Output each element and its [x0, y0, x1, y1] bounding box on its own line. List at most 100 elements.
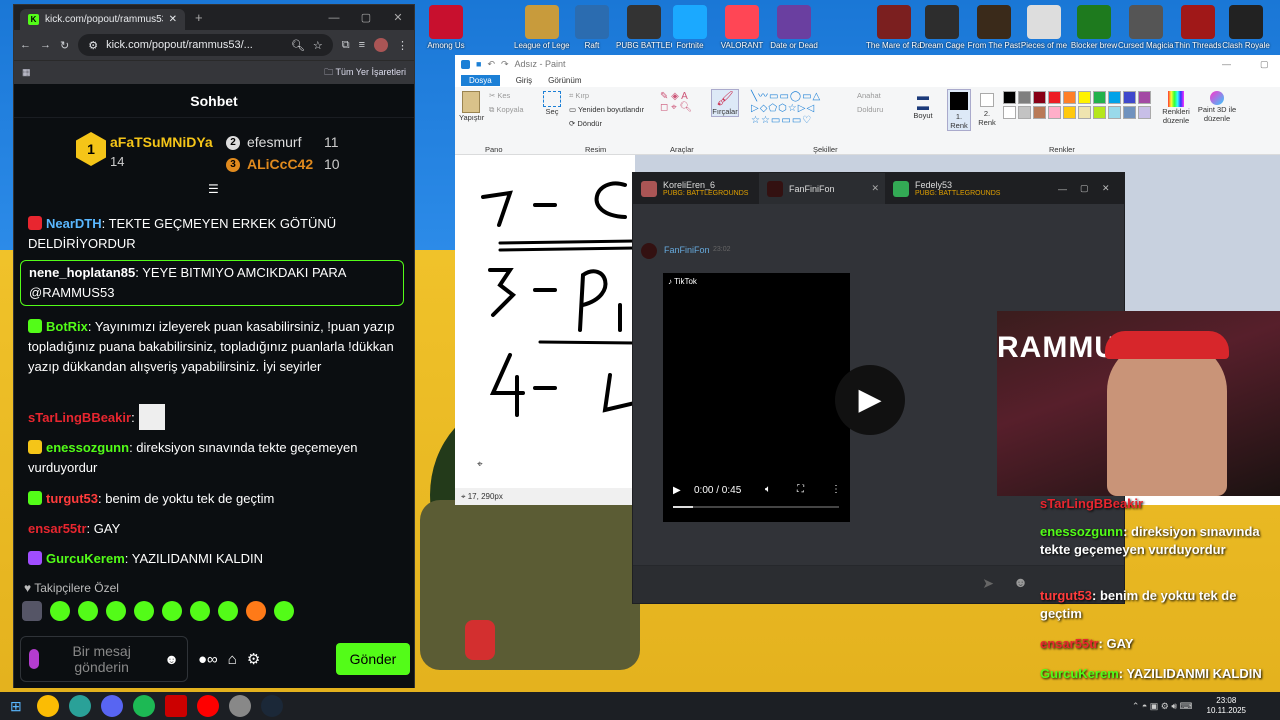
color1-button[interactable]: 1. Renk: [947, 89, 971, 131]
copy-button[interactable]: ⧉ Kopyala: [489, 105, 524, 115]
paste-button[interactable]: Yapıştır: [459, 91, 484, 122]
palette-swatch[interactable]: [1078, 91, 1091, 104]
emoji-icon[interactable]: ☻: [1013, 574, 1028, 590]
youtube-icon[interactable]: [196, 695, 219, 717]
leader-3-name[interactable]: ALiCcC42: [247, 156, 313, 172]
message-input[interactable]: Bir mesaj gönderin ☻: [20, 636, 188, 682]
reload-icon[interactable]: ↻: [60, 39, 69, 52]
redo-icon[interactable]: ↷: [501, 59, 509, 70]
palette-swatch[interactable]: [1138, 106, 1151, 119]
edit-colors-button[interactable]: Renkleri düzenle: [1159, 91, 1193, 125]
discord-minimize-icon[interactable]: —: [1058, 184, 1080, 194]
send-arrow-icon[interactable]: ➤: [982, 575, 994, 592]
clock[interactable]: 23:08 10.11.2025: [1207, 696, 1246, 716]
desktop-icon[interactable]: Among Us: [418, 2, 474, 58]
desktop-icon[interactable]: Pieces of me: [1016, 2, 1072, 58]
start-icon[interactable]: ⊞: [10, 698, 22, 715]
paint-minimize-icon[interactable]: —: [1222, 59, 1254, 69]
shapes-gallery[interactable]: ╲〰▭▭◯▭△ ▷◇⬠⬡☆▷◁ ☆☆▭▭▭♡: [751, 91, 847, 127]
discord-maximize-icon[interactable]: ▢: [1080, 183, 1102, 194]
emoji-icon[interactable]: ☻: [164, 651, 179, 667]
video-play-icon[interactable]: ▶: [673, 485, 681, 496]
palette-swatch[interactable]: [1048, 106, 1061, 119]
emote[interactable]: [218, 601, 238, 621]
palette-swatch[interactable]: [1063, 106, 1076, 119]
paint-maximize-icon[interactable]: ▢: [1260, 59, 1280, 70]
video-progress[interactable]: [673, 506, 839, 508]
palette-swatch[interactable]: [1093, 91, 1106, 104]
palette-swatch[interactable]: [1033, 91, 1046, 104]
palette-swatch[interactable]: [1063, 91, 1076, 104]
message-author[interactable]: FanFiniFon: [664, 245, 710, 255]
desktop-icon[interactable]: Blocker brew: [1066, 2, 1122, 58]
steam-icon[interactable]: [260, 695, 283, 717]
select-button[interactable]: Seç: [541, 91, 563, 116]
chat-username[interactable]: sTarLingBBeakir: [28, 410, 131, 425]
emote[interactable]: [22, 601, 42, 621]
apps-icon[interactable]: ▦: [22, 67, 31, 78]
forward-icon[interactable]: →: [40, 39, 51, 51]
emote[interactable]: [50, 601, 70, 621]
palette-swatch[interactable]: [1108, 91, 1121, 104]
desktop-icon[interactable]: League of Legends: [514, 2, 570, 58]
rotate-button[interactable]: ⟳ Döndür: [569, 119, 602, 128]
desktop-icon[interactable]: Cursed Magician: [1118, 2, 1174, 58]
close-window-icon[interactable]: ✕: [382, 11, 414, 24]
chrome-icon[interactable]: [36, 695, 59, 717]
browser-tab[interactable]: K kick.com/popout/rammus53/ch ✕: [20, 9, 185, 30]
paint3d-button[interactable]: Paint 3D ile düzenle: [1195, 91, 1239, 123]
emote[interactable]: [162, 601, 182, 621]
palette-swatch[interactable]: [1018, 91, 1031, 104]
palette-swatch[interactable]: [1048, 91, 1061, 104]
fill-button[interactable]: Dolduru: [857, 105, 883, 114]
emote[interactable]: [274, 601, 294, 621]
crop-button[interactable]: ⌗ Kırp: [569, 91, 589, 101]
back-icon[interactable]: ←: [20, 39, 31, 51]
desktop-icon[interactable]: Raft: [564, 2, 620, 58]
voicemeeter-icon[interactable]: [164, 695, 187, 717]
settings-gear-icon[interactable]: ⚙: [247, 650, 260, 668]
new-tab-icon[interactable]: +: [195, 10, 203, 25]
site-info-icon[interactable]: ⚙: [88, 39, 98, 52]
all-bookmarks[interactable]: 🗀 Tüm Yer İşaretleri: [324, 65, 406, 81]
tiktok-video[interactable]: ♪ TikTok ▶ ▶ 0:00 / 0:45 🔈︎ ⛶ ⋮: [663, 273, 905, 522]
discord-tab-1[interactable]: KoreliEren_6 PUBG: BATTLEGROUNDS: [633, 173, 759, 204]
desktop-icon[interactable]: Date or Dead: [766, 2, 822, 58]
discord-icon[interactable]: [100, 695, 123, 717]
media-icon[interactable]: ≡: [359, 39, 365, 51]
discord-tab-3[interactable]: Fedely53 PUBG: BATTLEGROUNDS: [885, 173, 1011, 204]
chat-username[interactable]: BotRix: [46, 319, 88, 334]
discord-tab-2[interactable]: FanFiniFon ✕: [759, 173, 885, 204]
leader-2-name[interactable]: efesmurf: [247, 134, 301, 150]
palette-swatch[interactable]: [1123, 91, 1136, 104]
menu-view[interactable]: Görünüm: [548, 76, 581, 85]
zoom-icon[interactable]: 🔍︎: [291, 39, 305, 52]
chat-username[interactable]: GurcuKerem: [46, 551, 125, 566]
emote[interactable]: [134, 601, 154, 621]
close-tab-icon[interactable]: ✕: [169, 14, 177, 25]
desktop-icon[interactable]: From The Past: [966, 2, 1022, 58]
emote[interactable]: [246, 601, 266, 621]
emote[interactable]: [106, 601, 126, 621]
app-icon[interactable]: [68, 695, 91, 717]
close-tab-icon[interactable]: ✕: [871, 183, 879, 194]
palette-swatch[interactable]: [1078, 106, 1091, 119]
message-avatar[interactable]: [641, 243, 657, 259]
tray-icons[interactable]: ⌃ ◓ ▣ ⚙ 🔊︎ ⌨: [1132, 701, 1193, 712]
play-button[interactable]: ▶: [835, 365, 905, 435]
undo-icon[interactable]: ↶: [487, 59, 495, 70]
leader-1-name[interactable]: aFaTSuMNiDYa: [110, 134, 213, 150]
palette-swatch[interactable]: [1003, 106, 1016, 119]
menu-home[interactable]: Giriş: [516, 76, 532, 85]
resize-button[interactable]: ▭ Yeniden boyutlandır: [569, 105, 644, 114]
points-icon[interactable]: ●∞: [198, 651, 218, 668]
store-icon[interactable]: ⌂: [228, 651, 237, 668]
omnibox[interactable]: ⚙ kick.com/popout/rammus53/... 🔍︎ ☆: [78, 34, 333, 56]
palette-swatch[interactable]: [1093, 106, 1106, 119]
menu-icon[interactable]: ⋮: [397, 39, 408, 52]
minimize-icon[interactable]: —: [318, 12, 350, 24]
profile-avatar[interactable]: [374, 38, 388, 52]
cut-button[interactable]: ✂ Kes: [489, 91, 510, 100]
outline-button[interactable]: Anahat: [857, 91, 881, 100]
chat-username[interactable]: nene_hoplatan85: [29, 265, 135, 280]
